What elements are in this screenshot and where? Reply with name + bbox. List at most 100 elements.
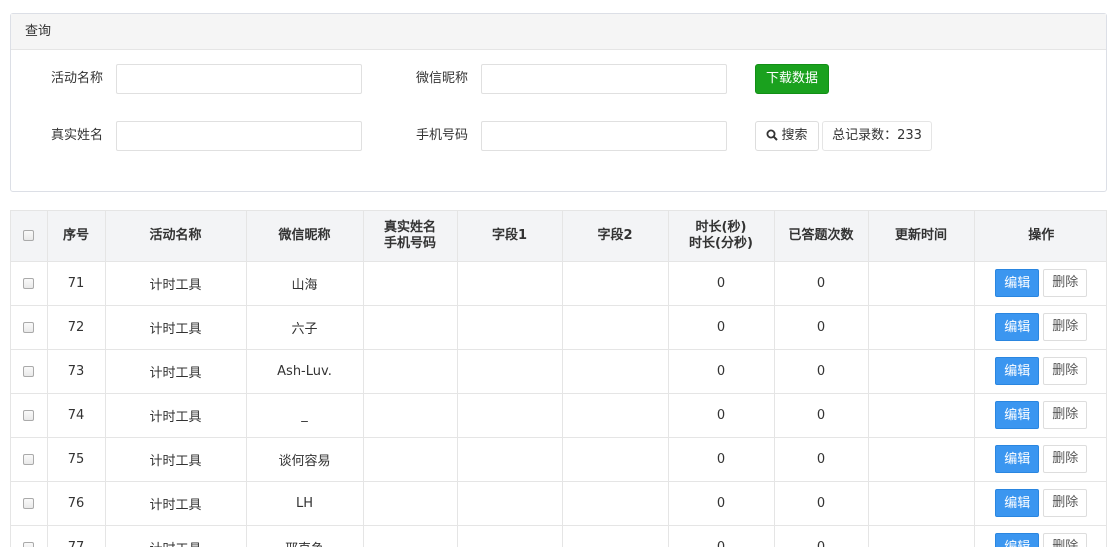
edit-button[interactable]: 编辑 [995,533,1040,547]
cell-duration: 0 [668,437,775,482]
row-checkbox[interactable] [23,541,35,547]
row-checkbox[interactable] [23,365,35,377]
edit-button[interactable]: 编辑 [995,489,1040,517]
edit-button[interactable]: 编辑 [995,401,1040,429]
table-row: 73 计时工具 Ash-Luv. 0 0 编辑 删除 [11,349,1106,394]
col-actions: 操作 [974,211,1106,262]
activity-name-label: 活动名称 [50,71,103,86]
cell-activity: 计时工具 [105,525,247,547]
table-row: 74 计时工具 _ 0 0 编辑 删除 [11,393,1106,438]
row-checkbox[interactable] [23,321,35,333]
cell-nickname: 邢直争 [246,525,364,547]
wechat-nick-input[interactable] [481,64,727,94]
col-realname-label: 真实姓名 [383,219,436,235]
table-row: 72 计时工具 六子 0 0 编辑 删除 [11,305,1106,350]
cell-nickname: LH [246,481,364,526]
cell-duration: 0 [668,305,775,350]
cell-field1 [457,305,563,350]
cell-answered: 0 [774,261,869,306]
cell-answered: 0 [774,393,869,438]
row-select-cell[interactable] [11,525,48,547]
activity-name-input[interactable] [116,64,362,94]
edit-button[interactable]: 编辑 [995,357,1040,385]
cell-duration: 0 [668,261,775,306]
delete-button[interactable]: 删除 [1043,445,1088,473]
delete-button[interactable]: 删除 [1043,533,1088,547]
cell-actions: 编辑删除 [974,393,1106,438]
cell-duration: 0 [668,481,775,526]
col-duration-sec-label: 时长(秒) [695,219,747,235]
cell-actions: 编辑删除 [974,437,1106,482]
table-header-row: 序号 活动名称 微信昵称 真实姓名 手机号码 字段1 字段2 时长(秒) 时长(… [11,211,1106,262]
cell-updated [868,305,975,350]
cell-actions: 编辑删除 [974,305,1106,350]
cell-actions: 编辑删除 [974,261,1106,306]
row-select-cell[interactable] [11,437,48,482]
cell-actions: 编辑删除 [974,525,1106,547]
cell-updated [868,261,975,306]
edit-button[interactable]: 编辑 [995,313,1040,341]
cell-answered: 0 [774,305,869,350]
col-realname-phone: 真实姓名 手机号码 [363,211,458,262]
cell-activity: 计时工具 [105,437,247,482]
delete-button[interactable]: 删除 [1043,269,1088,297]
search-button[interactable]: 搜索 [755,121,819,151]
row-checkbox[interactable] [23,277,35,289]
row-select-cell[interactable] [11,349,48,394]
cell-activity: 计时工具 [105,261,247,306]
cell-index: 77 [47,525,106,547]
cell-realname-phone [363,261,458,306]
cell-nickname: _ [246,393,364,438]
delete-button[interactable]: 删除 [1043,313,1088,341]
edit-button[interactable]: 编辑 [995,445,1040,473]
download-data-button[interactable]: 下载数据 [755,64,829,94]
row-checkbox[interactable] [23,409,35,421]
cell-activity: 计时工具 [105,393,247,438]
cell-index: 74 [47,393,106,438]
cell-field2 [562,349,669,394]
cell-nickname: 六子 [246,305,364,350]
cell-activity: 计时工具 [105,305,247,350]
row-checkbox[interactable] [23,497,35,509]
col-duration-minsec-label: 时长(分秒) [689,235,753,251]
delete-button[interactable]: 删除 [1043,489,1088,517]
cell-index: 72 [47,305,106,350]
cell-duration: 0 [668,525,775,547]
row-select-cell[interactable] [11,305,48,350]
edit-button[interactable]: 编辑 [995,269,1040,297]
cell-field1 [457,481,563,526]
cell-realname-phone [363,393,458,438]
cell-field2 [562,437,669,482]
col-activity: 活动名称 [105,211,247,262]
cell-index: 73 [47,349,106,394]
cell-duration: 0 [668,393,775,438]
cell-updated [868,437,975,482]
select-all-cell[interactable] [11,211,48,262]
phone-input[interactable] [481,121,727,151]
query-panel-title: 查询 [11,14,1106,50]
table-row: 76 计时工具 LH 0 0 编辑 删除 [11,481,1106,526]
row-select-cell[interactable] [11,481,48,526]
records-table: 序号 活动名称 微信昵称 真实姓名 手机号码 字段1 字段2 时长(秒) 时长(… [10,210,1107,547]
real-name-input[interactable] [116,121,362,151]
cell-answered: 0 [774,481,869,526]
delete-button[interactable]: 删除 [1043,357,1088,385]
delete-button[interactable]: 删除 [1043,401,1088,429]
cell-field2 [562,261,669,306]
cell-actions: 编辑删除 [974,349,1106,394]
row-select-cell[interactable] [11,393,48,438]
cell-field2 [562,393,669,438]
select-all-checkbox[interactable] [23,229,35,241]
cell-field2 [562,525,669,547]
cell-duration: 0 [668,349,775,394]
row-checkbox[interactable] [23,453,35,465]
cell-index: 75 [47,437,106,482]
row-select-cell[interactable] [11,261,48,306]
search-icon [766,129,779,141]
col-nickname: 微信昵称 [246,211,364,262]
wechat-nick-label: 微信昵称 [415,71,468,86]
col-updated: 更新时间 [868,211,975,262]
col-answered: 已答题次数 [774,211,869,262]
col-phone-label: 手机号码 [383,235,436,251]
cell-activity: 计时工具 [105,481,247,526]
